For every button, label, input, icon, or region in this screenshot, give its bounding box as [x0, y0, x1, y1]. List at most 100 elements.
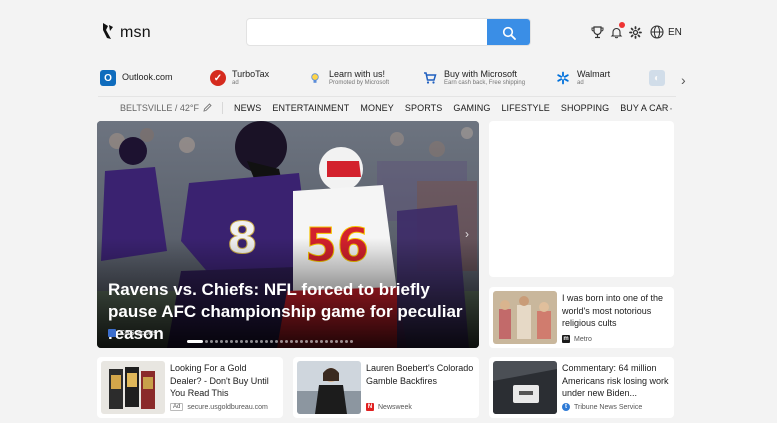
story-title: Commentary: 64 million Americans risk lo…: [562, 363, 669, 398]
search-button[interactable]: [487, 19, 530, 45]
carousel-dot[interactable]: [280, 340, 283, 343]
story-card-newsweek[interactable]: Lauren Boebert's Colorado Gamble Backfir…: [293, 357, 479, 418]
chevron-right-icon: ›: [465, 227, 469, 241]
nav-shopping[interactable]: SHOPPING: [561, 103, 609, 113]
carousel-dot[interactable]: [250, 340, 253, 343]
settings-button[interactable]: [627, 24, 643, 40]
story-thumbnail: [493, 291, 557, 344]
walmart-spark-icon: [555, 70, 571, 86]
pencil-icon[interactable]: [203, 103, 212, 112]
gear-icon: [628, 25, 642, 39]
weather-location[interactable]: BELTSVILLE / 42°F: [98, 101, 223, 114]
carousel-dot[interactable]: [310, 340, 313, 343]
hero-headline[interactable]: Ravens vs. Chiefs: NFL forced to briefly…: [108, 279, 468, 345]
carousel-dot[interactable]: [215, 340, 218, 343]
nav-sports[interactable]: SPORTS: [405, 103, 442, 113]
story-source: t Tribune News Service: [562, 403, 642, 411]
msn-logo[interactable]: msn: [100, 22, 151, 43]
carousel-dot[interactable]: [210, 340, 213, 343]
story-card-metro[interactable]: I was born into one of the world's most …: [489, 287, 674, 348]
carousel-dot[interactable]: [240, 340, 243, 343]
ad-domain: secure.usgoldbureau.com: [187, 403, 268, 411]
rewards-trophy-icon: [591, 25, 603, 38]
carousel-dot[interactable]: [270, 340, 273, 343]
story-source-name: Tribune News Service: [574, 403, 643, 411]
carousel-dot[interactable]: [255, 340, 258, 343]
carousel-dot[interactable]: [295, 340, 298, 343]
globe-icon: [650, 25, 664, 39]
language-selector[interactable]: EN: [650, 23, 682, 41]
quick-link-sub: Promoted by Microsoft: [329, 79, 390, 86]
carousel-dot[interactable]: [330, 340, 333, 343]
language-label: EN: [668, 26, 682, 38]
sponsored-card-gold[interactable]: Looking For a Gold Dealer? - Don't Buy U…: [97, 357, 283, 418]
cart-icon: [422, 70, 438, 86]
hero-story[interactable]: 8 56 Ravens vs. Chiefs: NFL forced to br…: [97, 121, 479, 348]
carousel-dot[interactable]: [205, 340, 208, 343]
carousel-dot[interactable]: [260, 340, 263, 343]
carousel-dot[interactable]: [350, 340, 353, 343]
carousel-dot[interactable]: [345, 340, 348, 343]
carousel-dot[interactable]: [230, 340, 233, 343]
story-source-name: Metro: [574, 335, 592, 343]
carousel-indicators[interactable]: [187, 340, 353, 343]
quick-links-bar: O Outlook.com ✓ TurboTax ad Learn with us…: [98, 69, 698, 94]
category-nav: BELTSVILLE / 42°F NEWS ENTERTAINMENT MON…: [98, 96, 676, 118]
hero-next-button[interactable]: ›: [465, 227, 469, 241]
quick-link-buy-with-microsoft[interactable]: Buy with Microsoft Earn cash back, Free s…: [422, 69, 526, 86]
notifications-button[interactable]: [608, 22, 625, 40]
carousel-dot[interactable]: [315, 340, 318, 343]
nav-more-button[interactable]: ···: [659, 101, 674, 115]
carousel-dot[interactable]: [225, 340, 228, 343]
quick-link-label: Buy with Microsoft: [444, 69, 518, 79]
quick-link-outlook[interactable]: O Outlook.com: [100, 70, 173, 86]
quick-link-label: Learn with us!: [329, 69, 386, 79]
carousel-dot[interactable]: [320, 340, 323, 343]
hero-source-name: CBS Sports: [120, 329, 157, 337]
nav-news[interactable]: NEWS: [234, 103, 261, 113]
story-thumbnail: [493, 361, 557, 414]
carousel-dot[interactable]: [325, 340, 328, 343]
carousel-dot[interactable]: [285, 340, 288, 343]
carousel-dot[interactable]: [187, 340, 203, 343]
newsweek-icon: N: [366, 403, 374, 411]
carousel-dot[interactable]: [290, 340, 293, 343]
carousel-dot[interactable]: [235, 340, 238, 343]
quick-link-sub: ad: [232, 79, 239, 86]
story-title: Looking For a Gold Dealer? - Don't Buy U…: [170, 363, 269, 398]
location-temp: BELTSVILLE / 42°F: [120, 102, 199, 113]
chevron-right-icon: ›: [681, 72, 686, 88]
quick-link-walmart[interactable]: Walmart ad: [555, 69, 610, 86]
quick-link-games[interactable]: ◐: [649, 70, 665, 86]
quick-link-label: TurboTax: [232, 69, 270, 79]
quick-links-next-button[interactable]: ›: [681, 72, 686, 88]
carousel-dot[interactable]: [340, 340, 343, 343]
carousel-dot[interactable]: [305, 340, 308, 343]
nav-entertainment[interactable]: ENTERTAINMENT: [272, 103, 349, 113]
search-input[interactable]: [247, 19, 489, 45]
story-title: Lauren Boebert's Colorado Gamble Backfir…: [366, 363, 474, 386]
turbotax-icon: ✓: [210, 70, 226, 87]
nav-gaming[interactable]: GAMING: [453, 103, 490, 113]
hero-source: CBS Sports: [108, 329, 157, 337]
carousel-dot[interactable]: [245, 340, 248, 343]
quick-link-sub: Earn cash back, Free shipping: [444, 79, 526, 86]
carousel-dot[interactable]: [220, 340, 223, 343]
nav-money[interactable]: MONEY: [360, 103, 394, 113]
quick-link-label: Outlook.com: [122, 72, 173, 83]
quick-link-turbotax[interactable]: ✓ TurboTax ad: [210, 69, 270, 87]
carousel-dot[interactable]: [265, 340, 268, 343]
rewards-button[interactable]: [589, 24, 605, 40]
carousel-dot[interactable]: [335, 340, 338, 343]
brand-name: msn: [120, 23, 151, 41]
carousel-dot[interactable]: [300, 340, 303, 343]
nav-lifestyle[interactable]: LIFESTYLE: [501, 103, 549, 113]
quick-link-learn[interactable]: Learn with us! Promoted by Microsoft: [307, 69, 390, 86]
quick-link-sub: ad: [577, 79, 584, 86]
story-card-tribune[interactable]: Commentary: 64 million Americans risk lo…: [489, 357, 674, 418]
carousel-dot[interactable]: [275, 340, 278, 343]
search-box[interactable]: [246, 18, 531, 46]
story-source-name: Newsweek: [378, 403, 412, 411]
ad-badge: Ad: [170, 403, 184, 411]
notification-badge: [619, 22, 625, 28]
